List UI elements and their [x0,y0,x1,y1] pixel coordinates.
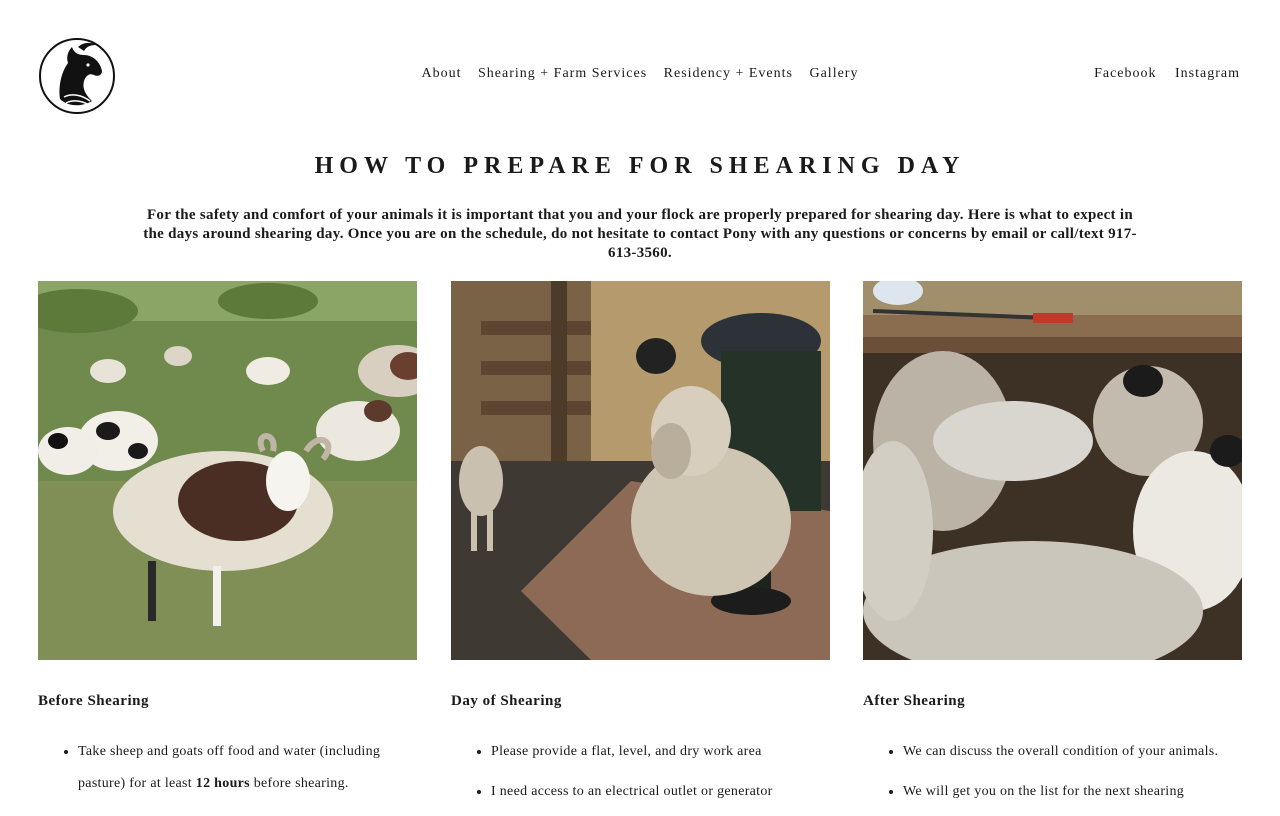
photo-spotted-sheep-field [38,281,417,660]
list-item: Please provide a flat, level, and dry wo… [491,736,830,768]
nav-about[interactable]: About [422,66,462,81]
photo-shorn-sheep-pen [863,281,1242,660]
nav-shearing-farm-services[interactable]: Shearing + Farm Services [478,66,647,81]
day-of-shearing-list: Please provide a flat, level, and dry wo… [451,736,830,808]
list-item: Take sheep and goats off food and water … [78,736,417,800]
nav-instagram[interactable]: Instagram [1175,66,1240,81]
section-heading: After Shearing [863,693,966,709]
section-heading: Before Shearing [38,693,149,709]
after-shearing-section: After Shearing We can discuss the overal… [863,693,1242,816]
photo-shearer-with-sheep [451,281,830,660]
before-shearing-list: Take sheep and goats off food and water … [38,736,417,800]
list-item: I need access to an electrical outlet or… [491,776,830,808]
after-shearing-list: We can discuss the overall condition of … [863,736,1242,808]
list-item: We can discuss the overall condition of … [903,736,1242,768]
nav-facebook[interactable]: Facebook [1094,66,1156,81]
page-title: HOW TO PREPARE FOR SHEARING DAY [314,153,966,179]
day-of-shearing-section: Day of Shearing Please provide a flat, l… [451,693,830,816]
list-item: We will get you on the list for the next… [903,776,1242,808]
nav-gallery[interactable]: Gallery [809,66,858,81]
nav-residency-events[interactable]: Residency + Events [664,66,793,81]
social-nav: Facebook Instagram [1080,66,1240,82]
section-heading: Day of Shearing [451,693,562,709]
before-shearing-section: Before Shearing Take sheep and goats off… [38,693,417,808]
intro-paragraph: For the safety and comfort of your anima… [143,207,1137,261]
